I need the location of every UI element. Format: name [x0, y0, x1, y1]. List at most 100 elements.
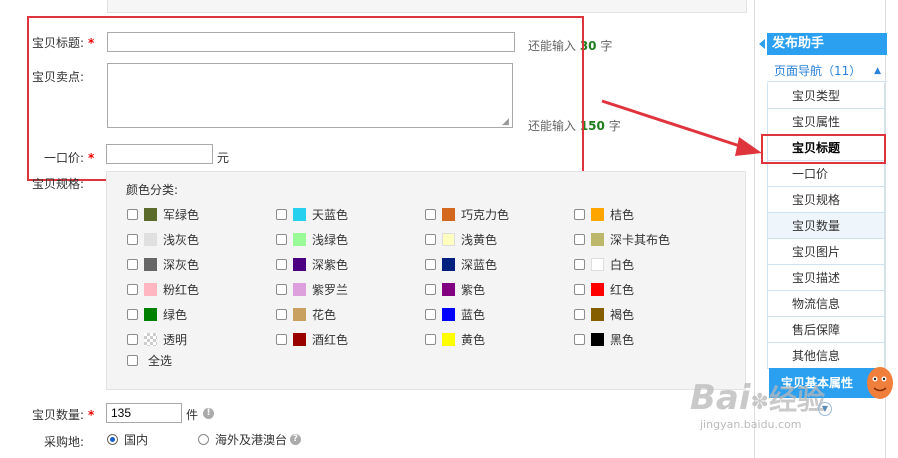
color-option[interactable]: 深灰色	[127, 256, 199, 272]
color-checkbox[interactable]	[425, 308, 436, 320]
color-category-label: 颜色分类:	[126, 183, 179, 197]
color-checkbox[interactable]	[574, 258, 585, 270]
select-all-option[interactable]: 全选	[127, 352, 172, 368]
quantity-unit: 件	[186, 408, 199, 422]
color-option[interactable]: 天蓝色	[276, 206, 348, 222]
sidebar-nav-item[interactable]: 宝贝类型	[767, 83, 885, 109]
color-checkbox[interactable]	[574, 208, 585, 220]
color-option[interactable]: 花色	[276, 306, 336, 322]
color-label: 深灰色	[163, 257, 200, 272]
color-option[interactable]: 桔色	[574, 206, 634, 222]
quantity-input[interactable]	[106, 403, 182, 423]
sidebar-nav-item[interactable]: 物流信息	[767, 291, 885, 317]
color-label: 红色	[610, 282, 635, 297]
color-option[interactable]: 白色	[574, 256, 634, 272]
color-option[interactable]: 蓝色	[425, 306, 485, 322]
color-option[interactable]: 军绿色	[127, 206, 199, 222]
color-option[interactable]: 紫色	[425, 281, 485, 297]
color-option[interactable]: 绿色	[127, 306, 187, 322]
color-option[interactable]: 酒红色	[276, 331, 348, 347]
annotation-arrow	[601, 99, 762, 156]
select-all-checkbox[interactable]	[127, 354, 138, 366]
color-label: 浅黄色	[461, 232, 498, 247]
color-swatch	[591, 232, 604, 246]
help-icon[interactable]: ?	[290, 433, 302, 445]
color-option[interactable]: 黄色	[425, 331, 485, 347]
color-checkbox[interactable]	[276, 308, 287, 320]
radio-unselected[interactable]	[198, 433, 209, 445]
color-option[interactable]: 深紫色	[276, 256, 348, 272]
color-checkbox[interactable]	[425, 208, 436, 220]
color-checkbox[interactable]	[425, 283, 436, 295]
sidebar-nav-item[interactable]: 宝贝规格	[767, 187, 885, 213]
color-checkbox[interactable]	[276, 208, 287, 220]
sidebar-nav-item[interactable]: 一口价	[767, 161, 885, 187]
paw-icon: ✽	[750, 390, 769, 415]
color-option[interactable]: 深卡其布色	[574, 231, 670, 247]
color-label: 绿色	[163, 307, 188, 322]
color-option[interactable]: 红色	[574, 281, 634, 297]
sidebar-nav-item[interactable]: 宝贝图片	[767, 239, 885, 265]
color-checkbox[interactable]	[276, 258, 287, 270]
color-label: 桔色	[610, 207, 635, 222]
sidebar-nav-item[interactable]: 宝贝属性	[767, 109, 885, 135]
color-label: 巧克力色	[461, 207, 510, 222]
color-checkbox[interactable]	[425, 258, 436, 270]
color-swatch	[293, 232, 306, 246]
color-label: 褐色	[610, 307, 635, 322]
color-option[interactable]: 巧克力色	[425, 206, 509, 222]
color-swatch	[591, 307, 604, 321]
color-option[interactable]: 透明	[127, 331, 187, 347]
color-swatch	[442, 282, 455, 296]
color-checkbox[interactable]	[127, 258, 138, 270]
color-checkbox[interactable]	[574, 233, 585, 245]
color-checkbox[interactable]	[574, 308, 585, 320]
info-icon[interactable]: !	[203, 408, 214, 419]
color-option[interactable]: 粉红色	[127, 281, 199, 297]
color-option[interactable]: 黑色	[574, 331, 634, 347]
sidebar-nav-item[interactable]: 售后保障	[767, 317, 885, 343]
color-swatch	[293, 282, 306, 296]
spec-label: 宝贝规格:	[32, 177, 85, 191]
color-swatch	[442, 207, 455, 221]
color-swatch	[442, 232, 455, 246]
color-checkbox[interactable]	[276, 333, 287, 345]
color-option[interactable]: 浅黄色	[425, 231, 497, 247]
color-checkbox[interactable]	[425, 333, 436, 345]
color-checkbox[interactable]	[127, 233, 138, 245]
color-option[interactable]: 紫罗兰	[276, 281, 348, 297]
color-option[interactable]: 浅灰色	[127, 231, 199, 247]
sidebar-nav-item[interactable]: 宝贝数量	[767, 213, 885, 239]
color-label: 黄色	[461, 332, 486, 347]
watermark-url: jingyan.baidu.com	[700, 418, 802, 431]
purchase-label: 采购地:	[44, 435, 85, 449]
color-checkbox[interactable]	[127, 208, 138, 220]
color-label: 白色	[610, 257, 635, 272]
purchase-option-domestic[interactable]: 国内	[107, 431, 148, 447]
sidebar-nav-item[interactable]: 宝贝描述	[767, 265, 885, 291]
top-panel-edge	[107, 0, 747, 13]
color-checkbox[interactable]	[425, 233, 436, 245]
color-checkbox[interactable]	[127, 308, 138, 320]
color-swatch	[591, 282, 604, 296]
color-option[interactable]: 深蓝色	[425, 256, 497, 272]
color-swatch	[591, 332, 604, 346]
color-checkbox[interactable]	[574, 283, 585, 295]
sidebar-subheader[interactable]: 页面导航（11） ▲	[767, 60, 887, 82]
radio-selected[interactable]	[107, 433, 118, 445]
expand-down-icon[interactable]: ▼	[818, 402, 832, 416]
color-swatch	[144, 207, 157, 221]
color-option[interactable]: 褐色	[574, 306, 634, 322]
color-checkbox[interactable]	[574, 333, 585, 345]
color-option[interactable]: 浅绿色	[276, 231, 348, 247]
color-checkbox[interactable]	[127, 333, 138, 345]
color-checkbox[interactable]	[276, 233, 287, 245]
purchase-option-overseas[interactable]: 海外及港澳台 ?	[198, 431, 302, 447]
collapse-up-icon[interactable]: ▲	[874, 60, 881, 82]
color-checkbox[interactable]	[127, 283, 138, 295]
color-swatch	[293, 332, 306, 346]
arrow-head	[735, 137, 762, 156]
sidebar-pointer	[759, 39, 765, 49]
color-checkbox[interactable]	[276, 283, 287, 295]
arrow-shaft	[601, 99, 747, 150]
